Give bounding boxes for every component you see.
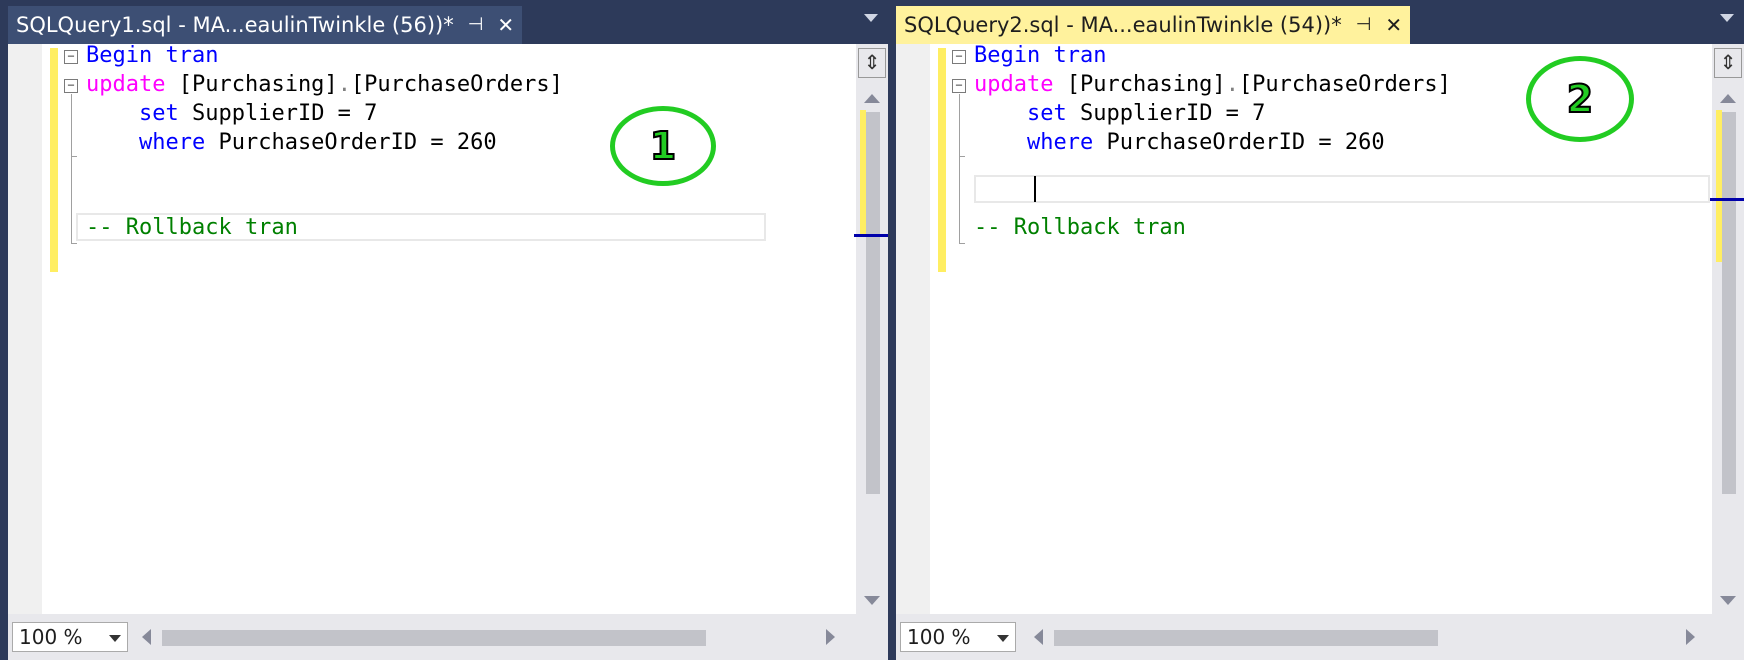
code-comment: -- Rollback tran <box>86 215 298 240</box>
code-comment: -- Rollback tran <box>974 215 1186 240</box>
scroll-up-icon[interactable] <box>1720 94 1736 103</box>
horizontal-scroll-thumb[interactable] <box>162 630 706 646</box>
document-tab-sqlquery1[interactable]: SQLQuery1.sql - MA...eaulinTwinkle (56))… <box>8 6 523 44</box>
scroll-right-icon[interactable] <box>1686 629 1695 645</box>
scroll-down-icon[interactable] <box>1720 596 1736 605</box>
split-icon[interactable]: ⇕ <box>858 48 886 78</box>
zoom-select[interactable]: 100 % <box>12 622 128 652</box>
collapse-icon[interactable]: − <box>952 50 966 64</box>
outline-line <box>959 94 960 244</box>
pin-icon[interactable]: ⊣ <box>468 16 484 34</box>
collapse-icon[interactable]: − <box>64 50 78 64</box>
text-caret <box>1034 176 1036 202</box>
indicator-margin <box>896 44 930 614</box>
document-tab-sqlquery2[interactable]: SQLQuery2.sql - MA...eaulinTwinkle (54))… <box>896 6 1411 44</box>
horizontal-scroll-thumb[interactable] <box>1054 630 1438 646</box>
scroll-left-icon[interactable] <box>142 629 151 645</box>
vertical-scrollbar[interactable]: ⇕ <box>854 44 888 614</box>
code-editor[interactable]: − − Begin tran update [Purchasing].[Purc… <box>8 43 888 614</box>
code-line: where PurchaseOrderID = 260 <box>1026 130 1385 155</box>
scroll-right-icon[interactable] <box>826 629 835 645</box>
outline-tick <box>71 156 77 157</box>
editor-status-bar: 100 % <box>896 614 1744 660</box>
code-line: set SupplierID = 7 <box>1026 101 1266 126</box>
chevron-down-icon <box>997 635 1009 642</box>
outline-tick <box>959 156 965 157</box>
scroll-thumb[interactable] <box>866 112 880 494</box>
caret-position-marker <box>854 234 888 237</box>
tab-list-dropdown-icon[interactable] <box>1720 14 1734 22</box>
zoom-value: 100 % <box>907 625 971 649</box>
collapse-icon[interactable]: − <box>952 79 966 93</box>
outline-tick <box>71 243 77 244</box>
split-icon[interactable]: ⇕ <box>1714 48 1742 78</box>
tab-list-dropdown-icon[interactable] <box>864 14 878 22</box>
callout-badge-2: 2 <box>1526 56 1634 142</box>
tab-title: SQLQuery1.sql - MA...eaulinTwinkle (56))… <box>16 13 454 37</box>
change-tracking-bar <box>938 48 946 272</box>
outline-tick <box>959 243 965 244</box>
caret-position-marker <box>1710 198 1744 201</box>
tab-title: SQLQuery2.sql - MA...eaulinTwinkle (54))… <box>904 13 1342 37</box>
editor-status-bar: 100 % <box>8 614 888 660</box>
close-icon[interactable]: ✕ <box>497 15 514 35</box>
code-line: Begin tran <box>974 43 1107 68</box>
indicator-margin <box>8 44 42 614</box>
change-tracking-bar <box>50 48 58 272</box>
scroll-thumb[interactable] <box>1722 112 1736 494</box>
scroll-left-icon[interactable] <box>1034 629 1043 645</box>
scroll-up-icon[interactable] <box>864 94 880 103</box>
scroll-down-icon[interactable] <box>864 596 880 605</box>
change-marker <box>1716 110 1722 262</box>
pane-divider[interactable] <box>888 0 896 660</box>
code-line: Begin tran <box>86 43 219 68</box>
chevron-down-icon <box>109 635 121 642</box>
current-line-highlight <box>974 175 1710 203</box>
change-marker <box>860 110 866 234</box>
outline-line <box>71 94 72 244</box>
code-line: update [Purchasing].[PurchaseOrders] <box>974 72 1451 97</box>
code-line: where PurchaseOrderID = 260 <box>138 130 497 155</box>
editor-pane-2: SQLQuery2.sql - MA...eaulinTwinkle (54))… <box>896 0 1744 660</box>
zoom-value: 100 % <box>19 625 83 649</box>
close-icon[interactable]: ✕ <box>1385 15 1402 35</box>
code-editor[interactable]: − − Begin tran update [Purchasing].[Purc… <box>896 43 1744 614</box>
code-line: update [Purchasing].[PurchaseOrders] <box>86 72 563 97</box>
vertical-scrollbar[interactable]: ⇕ <box>1710 44 1744 614</box>
editor-pane-1: SQLQuery1.sql - MA...eaulinTwinkle (56))… <box>0 0 888 660</box>
zoom-select[interactable]: 100 % <box>900 622 1016 652</box>
code-line: set SupplierID = 7 <box>138 101 378 126</box>
collapse-icon[interactable]: − <box>64 79 78 93</box>
pin-icon[interactable]: ⊣ <box>1356 16 1372 34</box>
callout-badge-1: 1 <box>610 106 716 186</box>
